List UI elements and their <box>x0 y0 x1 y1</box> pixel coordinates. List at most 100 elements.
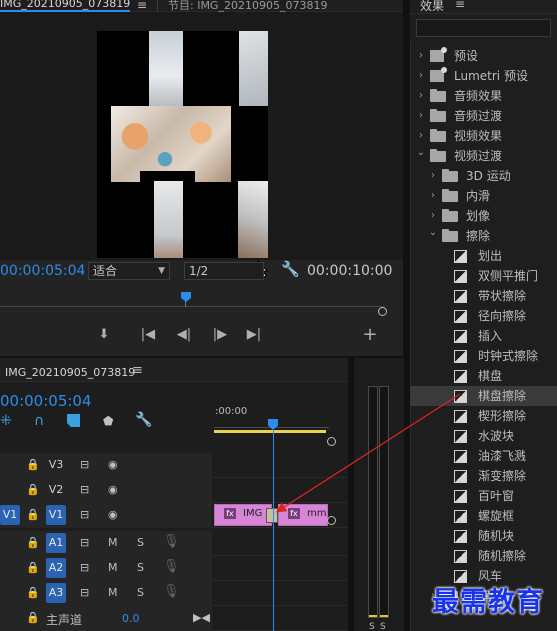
lock-icon[interactable]: 🔒 <box>26 509 40 521</box>
mute-button[interactable]: M <box>108 536 118 550</box>
sync-lock-icon[interactable]: ⊟ <box>80 561 89 575</box>
chevron-down-icon[interactable]: ⌄ <box>428 223 438 243</box>
effects-tree-item[interactable]: › 音频过渡 <box>410 106 557 126</box>
timeline-timecode[interactable]: 00:00:05:04 <box>0 392 92 410</box>
effects-tree-item[interactable]: 划出 <box>410 246 557 266</box>
zoom-select[interactable]: 适合 ▼ <box>88 262 170 280</box>
eye-icon[interactable]: ◉ <box>108 508 118 522</box>
effects-tree-item[interactable]: › 3D 运动 <box>410 166 557 186</box>
effects-tree-item[interactable]: 随机擦除 <box>410 546 557 566</box>
transition-icon <box>454 330 467 343</box>
chevron-right-icon[interactable]: › <box>428 186 438 206</box>
effects-tree-item[interactable]: 带状擦除 <box>410 286 557 306</box>
effects-tree-item[interactable]: 随机块 <box>410 526 557 546</box>
chevron-right-icon[interactable]: › <box>416 106 426 126</box>
master-track-label: 主声道 <box>46 613 83 627</box>
effects-tree-item[interactable]: 时钟式擦除 <box>410 346 557 366</box>
effects-tree-item[interactable]: ⌄ 视频过渡 <box>410 146 557 166</box>
microphone-icon[interactable]: 🎙 <box>163 560 180 574</box>
lock-icon[interactable]: 🔒 <box>26 562 40 574</box>
track-label[interactable]: A1 <box>46 533 66 553</box>
add-marker-timeline-icon[interactable] <box>67 414 80 427</box>
eye-icon[interactable]: ◉ <box>108 458 118 472</box>
monitor-scrub-bar[interactable] <box>0 290 385 312</box>
meter-solo-left[interactable]: S <box>369 622 375 631</box>
tab-menu-icon[interactable]: ≡ <box>137 0 147 12</box>
track-label[interactable]: V2 <box>46 480 66 500</box>
track-label[interactable]: V1 <box>46 505 66 525</box>
meter-solo-right[interactable]: S <box>380 622 386 631</box>
current-timecode[interactable]: 00:00:05:04 <box>0 263 85 279</box>
effects-menu-icon[interactable]: ≡ <box>455 0 465 11</box>
effects-tree-item[interactable]: › 音频效果 <box>410 86 557 106</box>
microphone-icon[interactable]: 🎙 <box>163 585 180 599</box>
resolution-select[interactable]: 1/2 <box>184 262 264 280</box>
effects-tree-item[interactable]: › 预设 <box>410 46 557 66</box>
go-to-end-icon[interactable]: ▶◀ <box>193 611 210 625</box>
track-label[interactable]: V3 <box>46 455 66 475</box>
chevron-right-icon[interactable]: › <box>416 66 426 86</box>
go-to-in-icon[interactable]: |◀ <box>138 326 158 344</box>
track-row-a3: 🔒 A3 ⊟ M S 🎙 <box>0 581 348 606</box>
playhead-marker[interactable] <box>181 292 191 302</box>
effects-tree-label: 划出 <box>478 249 503 263</box>
sync-lock-icon[interactable]: ⊟ <box>80 508 89 522</box>
video-clip-left[interactable]: fx IMG <box>214 504 272 526</box>
go-to-out-icon[interactable]: ▶| <box>244 326 264 344</box>
lock-icon[interactable]: 🔒 <box>26 459 40 471</box>
sync-lock-icon[interactable]: ⊟ <box>80 483 89 497</box>
effects-tab[interactable]: 效果 <box>420 0 444 14</box>
solo-button[interactable]: S <box>137 536 144 550</box>
effects-tree-label: 插入 <box>478 329 503 343</box>
tab-source[interactable]: IMG_20210905_073819 <box>0 0 131 12</box>
lock-icon[interactable]: 🔒 <box>26 484 40 496</box>
sequence-menu-icon[interactable]: ≡ <box>132 363 143 378</box>
mute-button[interactable]: M <box>108 561 118 575</box>
effects-tree-item[interactable]: ⌄ 擦除 <box>410 226 557 246</box>
source-patch-v1[interactable]: V1 <box>0 505 20 525</box>
master-volume-value[interactable]: 0.0 <box>122 612 140 625</box>
add-button-icon[interactable]: + <box>360 326 380 344</box>
sync-lock-icon[interactable]: ⊟ <box>80 536 89 550</box>
lock-icon[interactable]: 🔒 <box>26 587 40 599</box>
linked-selection-icon[interactable]: ∩ <box>34 413 44 429</box>
ruler-start-label: :00:00 <box>215 406 248 417</box>
eye-icon[interactable]: ◉ <box>108 483 118 497</box>
snap-icon[interactable]: ⁜ <box>0 413 12 429</box>
chevron-right-icon[interactable]: › <box>416 46 426 66</box>
marker-icon[interactable]: ⬟ <box>103 414 113 428</box>
effects-tree-item[interactable]: 双侧平推门 <box>410 266 557 286</box>
effects-tree-item[interactable]: 径向擦除 <box>410 306 557 326</box>
panel-divider-vertical <box>403 0 410 631</box>
chevron-right-icon[interactable]: › <box>428 166 438 186</box>
effects-tree-item[interactable]: › 内滑 <box>410 186 557 206</box>
sequence-tab[interactable]: IMG_20210905_073819 <box>5 366 135 379</box>
resolution-select-value: 1/2 <box>189 264 209 278</box>
effects-tree-label: 棋盘 <box>478 369 503 383</box>
effects-tree-label: 擦除 <box>466 229 491 243</box>
chevron-right-icon[interactable]: › <box>416 86 426 106</box>
mute-button[interactable]: M <box>108 586 118 600</box>
effects-search-input[interactable] <box>416 19 551 37</box>
add-marker-icon[interactable]: ⬇ <box>94 326 114 344</box>
sync-lock-icon[interactable]: ⊟ <box>80 458 89 472</box>
effects-tree-item[interactable]: › 视频效果 <box>410 126 557 146</box>
lock-icon[interactable]: 🔒 <box>26 612 40 624</box>
timeline-settings-wrench-icon[interactable]: 🔧 <box>135 412 152 428</box>
track-label[interactable]: A3 <box>46 583 66 603</box>
track-label[interactable]: A2 <box>46 558 66 578</box>
scrub-end-handle[interactable] <box>378 307 387 316</box>
watermark-text: 最需教育 <box>432 587 544 618</box>
settings-wrench-icon[interactable]: 🔧 <box>281 260 300 278</box>
solo-button[interactable]: S <box>137 586 144 600</box>
solo-button[interactable]: S <box>137 561 144 575</box>
chevron-down-icon[interactable]: ⌄ <box>416 143 426 163</box>
play-icon[interactable]: |▶ <box>210 326 230 344</box>
effects-tree-item[interactable]: › Lumetri 预设 <box>410 66 557 86</box>
microphone-icon[interactable]: 🎙 <box>163 535 180 549</box>
folder-icon <box>430 89 446 102</box>
effects-tree-item[interactable]: 插入 <box>410 326 557 346</box>
sync-lock-icon[interactable]: ⊟ <box>80 586 89 600</box>
step-back-icon[interactable]: ◀| <box>174 326 194 344</box>
lock-icon[interactable]: 🔒 <box>26 537 40 549</box>
